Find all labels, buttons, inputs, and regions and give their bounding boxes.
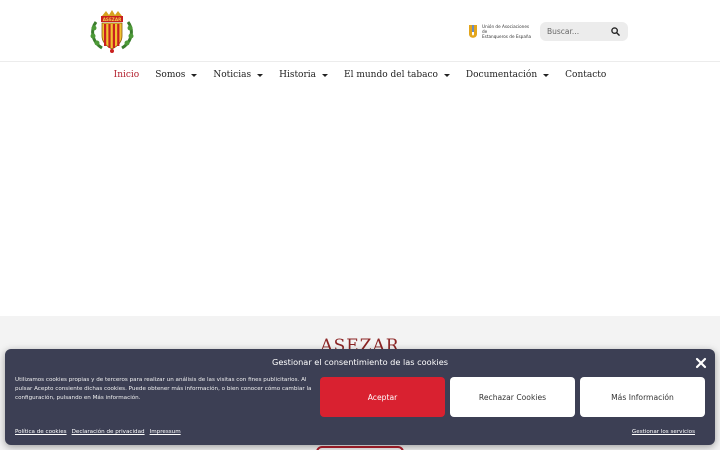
nav-item-label: Inicio [113,70,140,80]
accept-cookies-button[interactable]: Aceptar [320,377,445,417]
cookie-policy-link[interactable]: Política de cookies [15,429,67,435]
nav-item-label: Documentación [465,70,538,80]
cookie-description: Utilizamos cookies propias y de terceros… [15,377,312,401]
privacy-statement-link[interactable]: Declaración de privacidad [72,429,145,435]
search-icon [610,27,620,36]
search-button[interactable] [606,22,624,41]
nav-item-label: Historia [279,70,317,80]
nav-item-inicio[interactable]: Inicio [114,70,140,80]
more-info-button[interactable]: Más Información [580,377,705,417]
nav-item-label: Contacto [565,70,607,80]
nav-item-noticias[interactable]: Noticias [213,70,264,80]
reject-cookies-button[interactable]: Rechazar Cookies [450,377,575,417]
site-header: ASEZAR Unión de Asociaciones de Estanque… [0,0,720,62]
svg-text:ASEZAR: ASEZAR [103,17,122,22]
caret-down-icon [322,73,329,77]
union-logo-text: Unión de Asociaciones de Estanqueros de … [482,24,534,39]
manage-services-link[interactable]: Gestionar los servicios [632,429,695,435]
nav-item-somos[interactable]: Somos [155,70,198,80]
caret-down-icon [191,73,198,77]
nav-item-label: Somos [155,70,186,80]
caret-down-icon [257,73,264,77]
cookie-banner-title: Gestionar el consentimiento de las cooki… [271,357,449,367]
caret-down-icon [443,73,450,77]
search-input[interactable] [540,22,606,41]
union-logo-icon [468,24,478,39]
union-asociaciones-logo[interactable]: Unión de Asociaciones de Estanqueros de … [468,23,534,40]
nav-item-historia[interactable]: Historia [279,70,329,80]
cookie-consent-banner: Gestionar el consentimiento de las cooki… [5,349,715,445]
asezar-logo[interactable]: ASEZAR [88,8,136,54]
search-box [540,22,628,41]
close-button[interactable] [694,355,708,369]
footer-button[interactable] [316,446,404,450]
caret-down-icon [543,73,550,77]
nav-item-label: El mundo del tabaco [344,70,438,80]
union-logo-line-2: Estanqueros de España [482,34,532,39]
nav-item-mundo-tabaco[interactable]: El mundo del tabaco [344,70,450,80]
nav-item-documentacion[interactable]: Documentación [465,70,550,80]
union-logo-line-1: Unión de Asociaciones de [482,24,530,34]
main-navigation: Inicio Somos Noticias Historia El mundo … [0,62,720,88]
nav-item-contacto[interactable]: Contacto [565,70,606,80]
nav-item-label: Noticias [213,70,252,80]
impressum-link[interactable]: Impressum [150,429,181,435]
cookie-policy-links: Política de cookies Declaración de priva… [15,429,181,435]
close-icon [695,357,707,369]
